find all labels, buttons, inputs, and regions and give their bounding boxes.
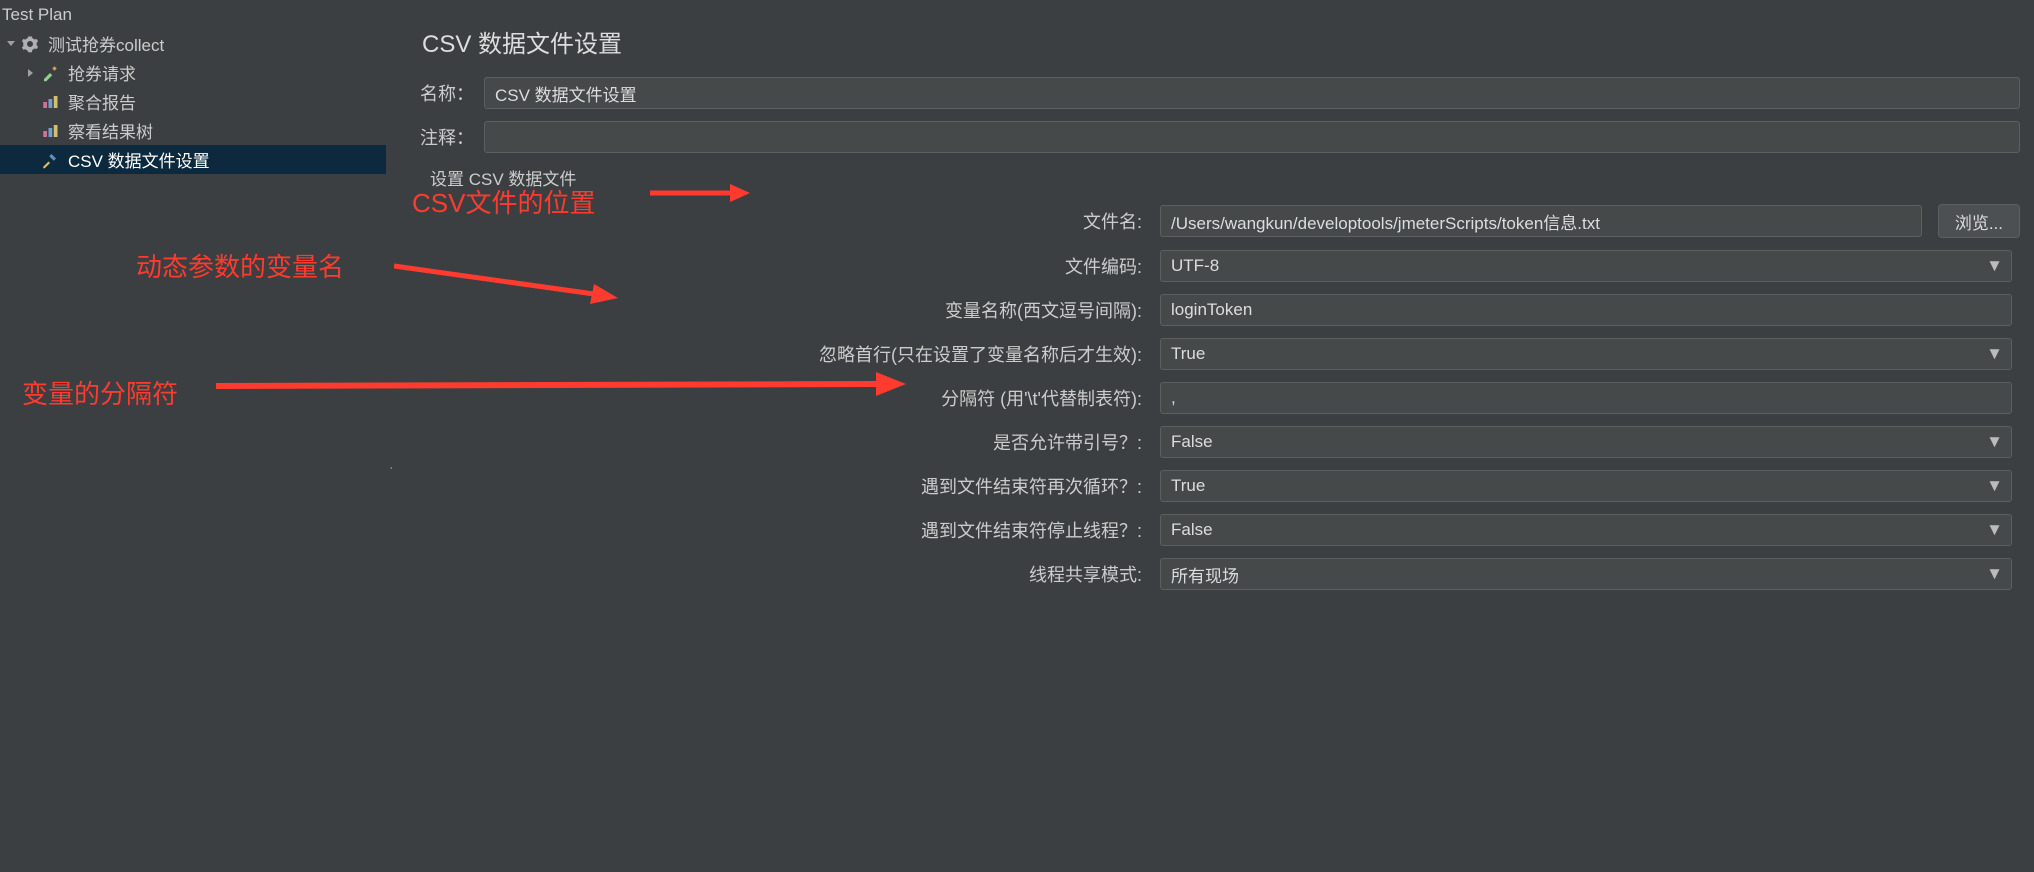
quoted-value: False bbox=[1171, 432, 1213, 452]
gear-icon bbox=[20, 34, 40, 54]
varnames-label: 变量名称(西文逗号间隔): bbox=[406, 297, 1150, 323]
recycle-label: 遇到文件结束符再次循环？: bbox=[406, 473, 1150, 499]
name-input[interactable]: CSV 数据文件设置 bbox=[484, 77, 2020, 109]
comment-input[interactable] bbox=[484, 121, 2020, 153]
tree-item-label: 测试抢券collect bbox=[48, 31, 164, 56]
varnames-input[interactable]: loginToken bbox=[1160, 294, 2012, 326]
varnames-value: loginToken bbox=[1171, 300, 1252, 320]
filename-label: 文件名: bbox=[406, 208, 1150, 234]
tree-item-label: 察看结果树 bbox=[68, 118, 153, 143]
tree-item-csv-config[interactable]: CSV 数据文件设置 bbox=[0, 145, 386, 174]
chevron-down-icon: ▼ bbox=[1986, 344, 2003, 364]
stop-label: 遇到文件结束符停止线程？: bbox=[406, 517, 1150, 543]
tree-item-label: 抢券请求 bbox=[68, 60, 136, 85]
encoding-value: UTF-8 bbox=[1171, 256, 1219, 276]
chevron-down-icon: ▼ bbox=[1986, 256, 2003, 276]
sharing-label: 线程共享模式: bbox=[406, 561, 1150, 587]
tree-item-label: CSV 数据文件设置 bbox=[68, 147, 210, 172]
main-panel: CSV 数据文件设置 名称： CSV 数据文件设置 注释： 设置 CSV 数据文… bbox=[392, 0, 2034, 872]
filename-input[interactable]: /Users/wangkun/developtools/jmeterScript… bbox=[1160, 205, 1922, 237]
encoding-label: 文件编码: bbox=[406, 253, 1150, 279]
fieldset-label: 设置 CSV 数据文件 bbox=[406, 165, 2020, 190]
panel-title: CSV 数据文件设置 bbox=[422, 24, 2020, 59]
dropper-icon bbox=[40, 63, 60, 83]
tree-item-thread-group[interactable]: 测试抢券collect bbox=[0, 29, 386, 58]
stop-value: False bbox=[1171, 520, 1213, 540]
recycle-value: True bbox=[1171, 476, 1205, 496]
tree-item-resultstree[interactable]: 察看结果树 bbox=[0, 116, 386, 145]
chevron-down-icon: ▼ bbox=[1986, 564, 2003, 584]
chevron-down-icon: ▼ bbox=[1986, 476, 2003, 496]
sharing-select[interactable]: 所有现场 ▼ bbox=[1160, 558, 2012, 590]
browse-button[interactable]: 浏览... bbox=[1938, 204, 2020, 238]
expand-icon[interactable] bbox=[24, 68, 38, 78]
name-label: 名称： bbox=[406, 80, 474, 106]
tree-item-sampler[interactable]: 抢券请求 bbox=[0, 58, 386, 87]
delimiter-label: 分隔符 (用'\t'代替制表符): bbox=[406, 385, 1150, 411]
ignorefirst-select[interactable]: True ▼ bbox=[1160, 338, 2012, 370]
chart-icon bbox=[40, 121, 60, 141]
filename-value: /Users/wangkun/developtools/jmeterScript… bbox=[1171, 209, 1600, 234]
tree-item-aggregate[interactable]: 聚合报告 bbox=[0, 87, 386, 116]
ignorefirst-value: True bbox=[1171, 344, 1205, 364]
collapse-icon[interactable] bbox=[4, 39, 18, 49]
tree-sidebar: Test Plan 测试抢券collect 抢券请求 聚合报告 察看结果树 bbox=[0, 0, 386, 872]
name-value: CSV 数据文件设置 bbox=[495, 81, 637, 106]
chart-icon bbox=[40, 92, 60, 112]
sharing-value: 所有现场 bbox=[1171, 562, 1239, 587]
quoted-select[interactable]: False ▼ bbox=[1160, 426, 2012, 458]
recycle-select[interactable]: True ▼ bbox=[1160, 470, 2012, 502]
delimiter-input[interactable]: , bbox=[1160, 382, 2012, 414]
browse-label: 浏览... bbox=[1955, 209, 2003, 234]
tree-root-label: Test Plan bbox=[2, 5, 72, 25]
comment-label: 注释： bbox=[406, 124, 474, 150]
tools-icon bbox=[40, 150, 60, 170]
chevron-down-icon: ▼ bbox=[1986, 520, 2003, 540]
chevron-down-icon: ▼ bbox=[1986, 432, 2003, 452]
tree-root[interactable]: Test Plan bbox=[0, 0, 386, 29]
quoted-label: 是否允许带引号？: bbox=[406, 429, 1150, 455]
delimiter-value: , bbox=[1171, 388, 1176, 408]
tree-item-label: 聚合报告 bbox=[68, 89, 136, 114]
ignorefirst-label: 忽略首行(只在设置了变量名称后才生效): bbox=[406, 341, 1150, 367]
stop-select[interactable]: False ▼ bbox=[1160, 514, 2012, 546]
encoding-select[interactable]: UTF-8 ▼ bbox=[1160, 250, 2012, 282]
